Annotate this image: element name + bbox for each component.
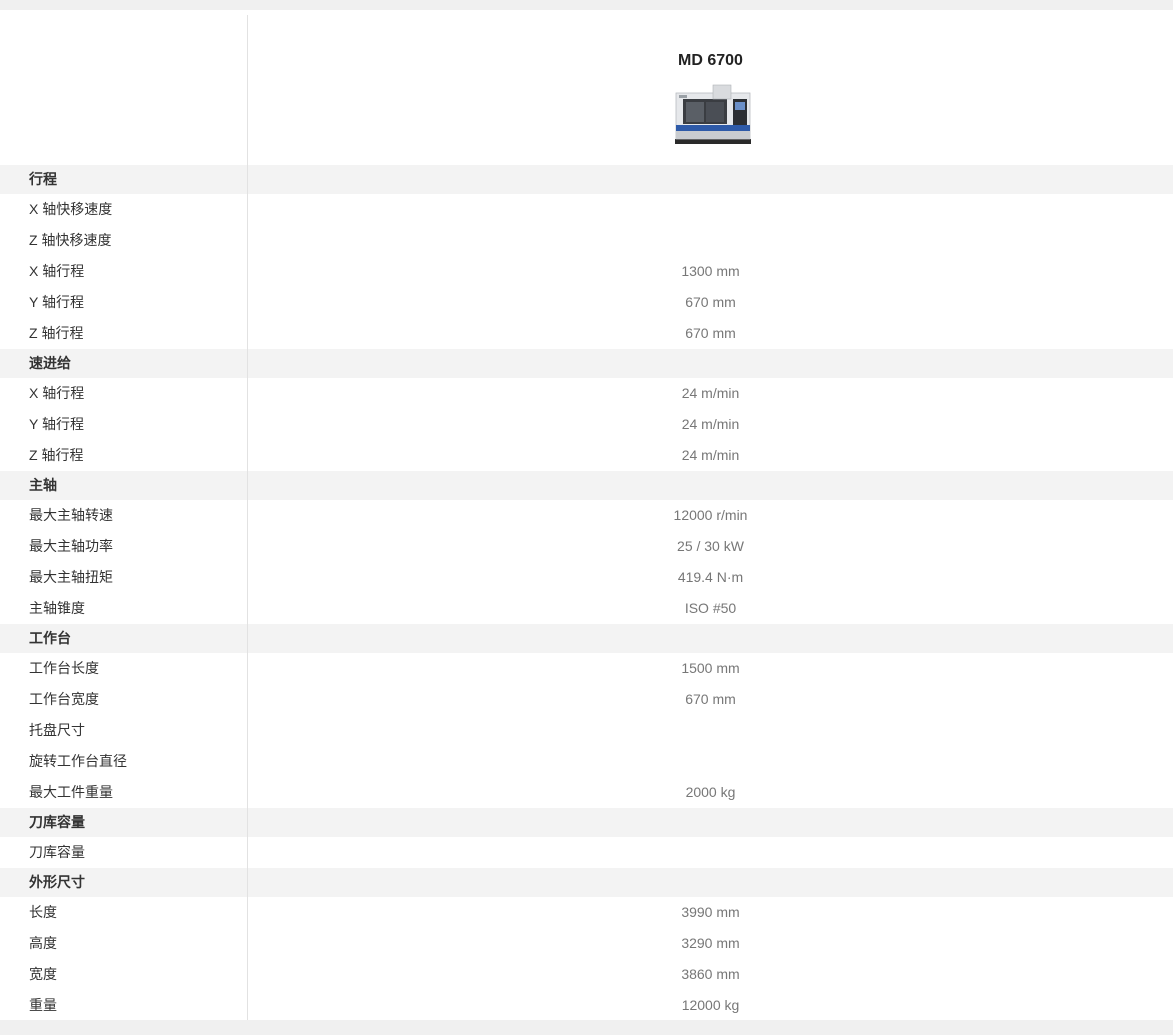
spec-value: 24 m/min	[681, 447, 740, 463]
section-title: 行程	[29, 171, 57, 187]
spec-label: 高度	[29, 935, 57, 951]
section-header: 工作台	[0, 624, 1173, 653]
spec-value: 670 mm	[685, 691, 736, 707]
spec-value: 3990 mm	[681, 904, 740, 920]
table-row: X 轴快移速度	[0, 194, 1173, 225]
bottom-divider	[0, 1020, 1173, 1035]
spec-value: 12000 r/min	[673, 507, 748, 523]
section-title: 速进给	[29, 355, 71, 371]
spec-value: 419.4 N·m	[677, 569, 744, 585]
table-row: 工作台长度 1500 mm	[0, 653, 1173, 684]
model-name: MD 6700	[678, 52, 743, 69]
spec-value: 670 mm	[685, 325, 736, 341]
spec-label: 重量	[29, 997, 57, 1013]
table-row: 最大主轴转速 12000 r/min	[0, 500, 1173, 531]
table-row: Y 轴行程 670 mm	[0, 287, 1173, 318]
section-title: 工作台	[29, 630, 71, 646]
section-title: 外形尺寸	[29, 874, 85, 890]
spec-label: Z 轴行程	[29, 325, 84, 341]
spec-label: 最大工件重量	[29, 784, 113, 800]
table-row: X 轴行程 1300 mm	[0, 256, 1173, 287]
spec-value: 3290 mm	[681, 935, 740, 951]
section-title: 刀库容量	[29, 814, 85, 830]
spec-label: Y 轴行程	[29, 416, 84, 432]
table-row: 长度 3990 mm	[0, 897, 1173, 928]
table-row: 托盘尺寸	[0, 715, 1173, 746]
spec-table: MD 6700 行程 X 轴快移速度 Z 轴快移速度 X 轴行程 1300 mm Y 轴行…	[0, 15, 1173, 1021]
table-row: 主轴锥度 ISO #50	[0, 593, 1173, 624]
table-row: 高度 3290 mm	[0, 928, 1173, 959]
table-row: 最大工件重量 2000 kg	[0, 777, 1173, 808]
spec-label: X 轴行程	[29, 263, 85, 279]
spec-label: 最大主轴功率	[29, 538, 113, 554]
spec-label: 长度	[29, 904, 57, 920]
table-row: 旋转工作台直径	[0, 746, 1173, 777]
spec-value: 1500 mm	[681, 660, 740, 676]
spec-label: 刀库容量	[29, 844, 85, 860]
spec-value: 24 m/min	[681, 416, 740, 432]
spec-label: 宽度	[29, 966, 57, 982]
top-divider	[0, 0, 1173, 10]
spec-label: Z 轴快移速度	[29, 232, 112, 248]
spec-value: ISO #50	[684, 600, 737, 616]
section-header: 外形尺寸	[0, 868, 1173, 897]
section-header: 刀库容量	[0, 808, 1173, 837]
table-row: Z 轴行程 670 mm	[0, 318, 1173, 349]
machine-image[interactable]	[673, 83, 753, 145]
table-row: 重量 12000 kg	[0, 990, 1173, 1021]
spec-value: 1300 mm	[681, 263, 740, 279]
spec-label: X 轴快移速度	[29, 201, 113, 217]
spec-label: 最大主轴扭矩	[29, 569, 113, 585]
spec-label: 工作台长度	[29, 660, 99, 676]
table-row: 工作台宽度 670 mm	[0, 684, 1173, 715]
spec-label: Y 轴行程	[29, 294, 84, 310]
table-row: 最大主轴扭矩 419.4 N·m	[0, 562, 1173, 593]
spec-value: 24 m/min	[681, 385, 740, 401]
table-row: X 轴行程 24 m/min	[0, 378, 1173, 409]
section-title: 主轴	[29, 477, 57, 493]
spec-label: 旋转工作台直径	[29, 753, 127, 769]
section-header: 主轴	[0, 471, 1173, 500]
spec-value: 670 mm	[685, 294, 736, 310]
section-header: 速进给	[0, 349, 1173, 378]
table-row: 宽度 3860 mm	[0, 959, 1173, 990]
table-row: Z 轴快移速度	[0, 225, 1173, 256]
spec-value: 3860 mm	[681, 966, 740, 982]
spec-label: 主轴锥度	[29, 600, 85, 616]
spec-value: 2000 kg	[685, 784, 736, 800]
spec-label: 最大主轴转速	[29, 507, 113, 523]
table-row: 最大主轴功率 25 / 30 kW	[0, 531, 1173, 562]
spec-label: X 轴行程	[29, 385, 85, 401]
table-header: MD 6700	[0, 15, 1173, 165]
spec-label: Z 轴行程	[29, 447, 84, 463]
spec-value: 12000 kg	[681, 997, 740, 1013]
spec-label: 工作台宽度	[29, 691, 99, 707]
table-row: Y 轴行程 24 m/min	[0, 409, 1173, 440]
spec-label: 托盘尺寸	[29, 722, 85, 738]
table-row: Z 轴行程 24 m/min	[0, 440, 1173, 471]
section-header: 行程	[0, 165, 1173, 194]
table-row: 刀库容量	[0, 837, 1173, 868]
spec-value: 25 / 30 kW	[677, 538, 744, 554]
column-divider	[247, 15, 248, 1021]
